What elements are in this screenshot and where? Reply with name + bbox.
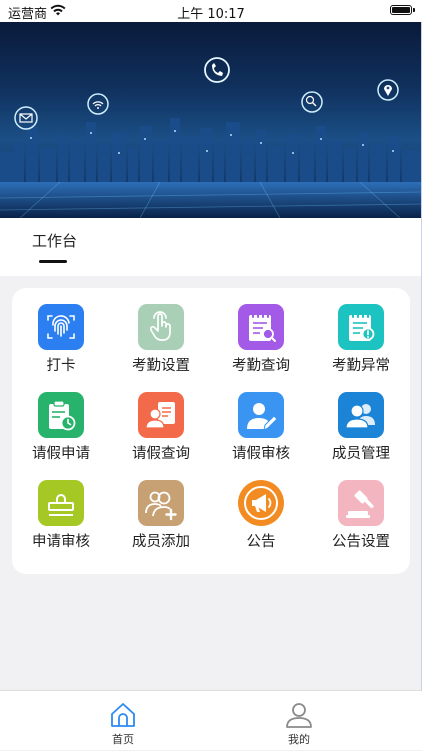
tile-label: 成员管理: [332, 446, 390, 462]
tile-attendance-settings[interactable]: 考勤设置: [112, 288, 210, 374]
tile-label: 请假申请: [32, 446, 90, 462]
tile-label: 公告: [246, 534, 276, 550]
tile-leave-apply[interactable]: 请假申请: [12, 376, 110, 462]
tile-label: 请假审核: [232, 446, 290, 462]
search-bubble-icon: [301, 91, 323, 113]
notepad-alert-icon: [338, 304, 384, 350]
clipboard-clock-icon: [38, 392, 84, 438]
tile-application-review[interactable]: 申请审核: [12, 464, 110, 550]
tile-label: 公告设置: [332, 534, 390, 550]
stamp-icon: [38, 480, 84, 526]
tile-leave-query[interactable]: 请假查询: [112, 376, 210, 462]
tab-indicator: [39, 260, 67, 263]
notepad-search-icon: [238, 304, 284, 350]
tile-announcement[interactable]: 公告: [212, 464, 310, 550]
tile-label: 成员添加: [132, 534, 190, 550]
workbench-tab[interactable]: 工作台: [32, 230, 77, 251]
user-icon: [286, 703, 312, 728]
hero-banner: [0, 22, 422, 218]
tab-home-label: 首页: [112, 733, 134, 746]
user-doc-icon: [138, 392, 184, 438]
hand-pointer-icon: [138, 304, 184, 350]
tab-mine-label: 我的: [288, 733, 310, 746]
users-icon: [338, 392, 384, 438]
user-edit-icon: [238, 392, 284, 438]
workbench-header: 工作台: [0, 218, 422, 276]
tile-leave-review[interactable]: 请假审核: [212, 376, 310, 462]
fingerprint-icon: [38, 304, 84, 350]
phone-bubble-icon: [204, 57, 230, 83]
home-icon: [111, 703, 135, 727]
tile-clock-in[interactable]: 打卡: [12, 288, 110, 374]
user-add-icon: [138, 480, 184, 526]
bottom-tab-bar: 首页 我的: [0, 690, 422, 750]
tile-label: 打卡: [46, 358, 76, 374]
tile-label: 考勤异常: [332, 358, 390, 374]
tab-home[interactable]: 首页: [63, 691, 183, 751]
tab-mine[interactable]: 我的: [239, 691, 359, 751]
tile-announcement-settings[interactable]: 公告设置: [312, 464, 410, 550]
tile-label: 请假查询: [132, 446, 190, 462]
tile-member-add[interactable]: 成员添加: [112, 464, 210, 550]
battery-icon: [390, 5, 415, 15]
gavel-icon: [338, 480, 384, 526]
clock: 上午 10:17: [177, 7, 245, 22]
status-bar: 运营商 上午 10:17: [0, 0, 422, 22]
tile-label: 申请审核: [32, 534, 90, 550]
tile-label: 考勤查询: [232, 358, 290, 374]
megaphone-icon: [238, 480, 284, 526]
tile-member-management[interactable]: 成员管理: [312, 376, 410, 462]
city-network-image: [0, 27, 422, 218]
function-grid: 打卡 考勤设置 考勤查询 考勤异常 请假申请 请假查询 请假审核 成员管理 申请…: [12, 288, 410, 574]
tile-attendance-query[interactable]: 考勤查询: [212, 288, 310, 374]
wifi-bubble-icon: [87, 93, 109, 115]
tile-label: 考勤设置: [132, 358, 190, 374]
tile-attendance-exception[interactable]: 考勤异常: [312, 288, 410, 374]
location-bubble-icon: [377, 79, 399, 101]
